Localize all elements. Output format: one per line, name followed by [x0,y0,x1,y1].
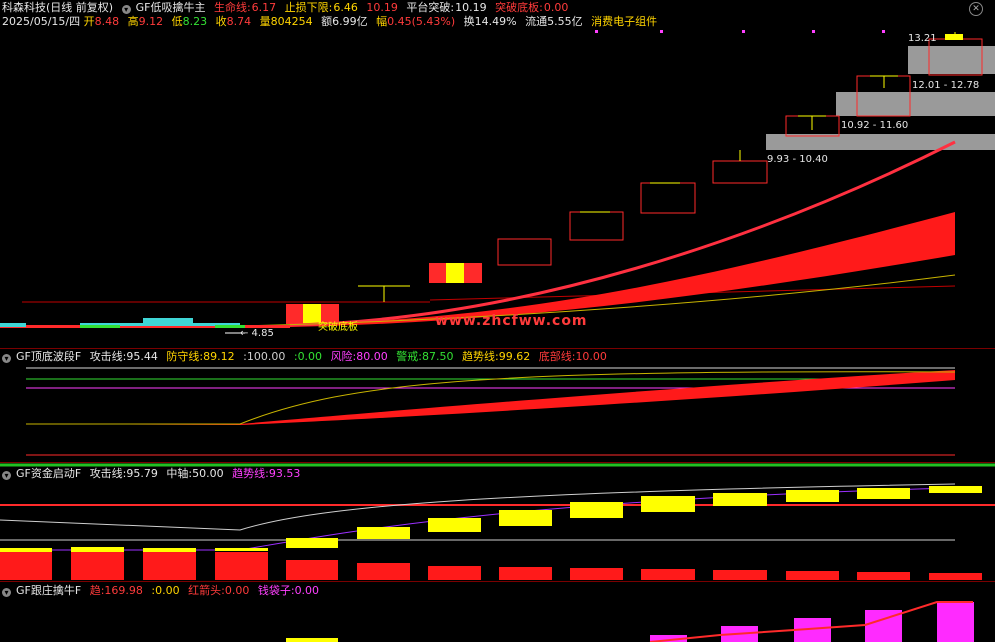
panel2-name[interactable]: GF资金启动F [16,467,81,480]
panel2-header: ▾ GF资金启动F 攻击线:95.79 中轴:50.00 趋势线:93.53 [2,467,305,481]
panel1-header: ▾ GF顶底波段F 攻击线:95.44 防守线:89.12 :100.00 :0.… [2,350,612,364]
p1-attack-label: 攻击线: [89,350,127,363]
indicator-toggle-icon[interactable]: ▾ [2,588,11,597]
p1-risk-value: 80.00 [356,350,388,363]
p1-attack-value: 95.44 [126,350,158,363]
p2-attack-value: 95.79 [126,467,158,480]
p1-defend-label: 防守线: [166,350,204,363]
p3-d-label: 钱袋子: [257,584,295,597]
p1-alert-label: 警戒: [396,350,422,363]
panel-separator[interactable] [0,581,995,582]
p1-trend-value: 99.62 [498,350,531,363]
base-bar [80,325,120,328]
p3-d-value: 0.00 [294,584,320,597]
breakout-annotation: 突破底板 [318,322,358,333]
p3-c-value: 0.00 [224,584,250,597]
p1-bottom-label: 底部线: [538,350,576,363]
panel3-name[interactable]: GF跟庄擒牛F [16,584,81,597]
zone-label: 13.21 [908,33,937,44]
p2-red-bars [0,552,982,580]
signal-dots [595,30,885,33]
p1-trend-label: 趋势线: [462,350,499,363]
top-marker [945,34,963,40]
p2-trend-label: 趋势线: [232,467,269,480]
zone-label: 9.93 - 10.40 [767,154,828,165]
p2-mid-label: 中轴: [166,467,193,480]
zone-label: 12.01 - 12.78 [912,80,980,91]
p1-0-value: 0.00 [297,350,323,363]
p3-last-bar [937,602,974,642]
p3-c-label: 红箭头: [188,584,225,597]
watermark: www.zhcfww.com [435,313,588,329]
p1-defend-value: 89.12 [203,350,235,363]
p2-mid-value: 50.00 [192,467,224,480]
panel-separator[interactable] [0,462,995,463]
p3-a-value: 169.98 [104,584,143,597]
low-marker: ← 4.85 [240,328,274,339]
indicator-toggle-icon[interactable]: ▾ [2,471,11,480]
p3-a-label: 趋 [89,584,101,597]
panel3-header: ▾ GF跟庄擒牛F 趋:169.98 :0.00 红箭头:0.00 钱袋子:0.0… [2,584,324,598]
panel-separator[interactable] [0,348,995,349]
p1-risk-label: 风险: [330,350,357,363]
p1-100-value: 100.00 [246,350,286,363]
p2-trend-value: 93.53 [268,467,301,480]
zone-label: 10.92 - 11.60 [841,120,909,131]
p1-alert-value: 87.50 [422,350,454,363]
p3-yellow-mark [286,638,338,642]
base-bar [0,323,26,327]
p3-b-value: 0.00 [155,584,180,597]
p1-bottom-value: 10.00 [575,350,607,363]
p2-attack-label: 攻击线: [89,467,127,480]
indicator-toggle-icon[interactable]: ▾ [2,354,11,363]
resistance-zones [766,46,995,150]
limit-up-block [429,263,482,283]
panel1-name[interactable]: GF顶底波段F [16,350,81,363]
p2-yellow-bars [0,486,982,552]
base-bar [143,318,193,324]
p1-ribbon [26,370,955,425]
